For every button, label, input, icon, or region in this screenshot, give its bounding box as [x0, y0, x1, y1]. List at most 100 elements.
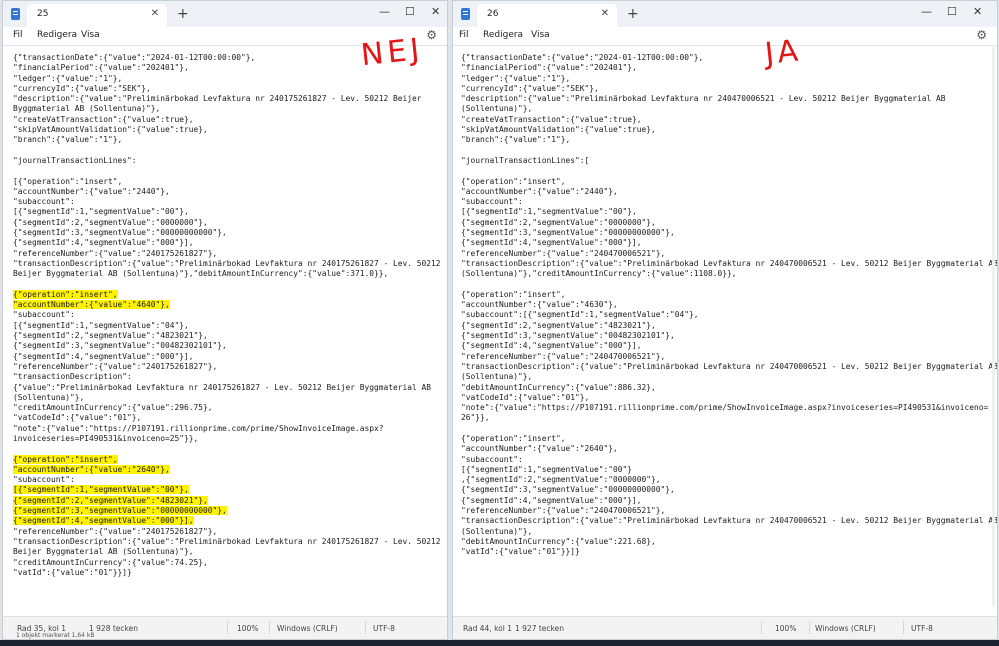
code-line: (Sollentuna)"},	[461, 372, 533, 382]
handwritten-annotation: JA	[763, 33, 804, 72]
code-line: {"segmentId":3,"segmentValue":"000000000…	[13, 506, 227, 516]
code-line: "financialPeriod":{"value":"202401"},	[13, 63, 189, 73]
code-line: [{"operation":"insert",	[13, 176, 123, 186]
code-line: "transactionDescription":{"value":"Preli…	[461, 361, 998, 371]
maximize-icon[interactable]: ☐	[405, 5, 415, 18]
explorer-status-text: 1 objekt markerat 1,64 kB	[16, 632, 95, 639]
menu-file[interactable]: Fil	[13, 30, 23, 40]
notepad-window-right: 26 ✕ + — ☐ ✕ Fil Redigera Visa ⚙ {"trans…	[452, 0, 998, 640]
code-line: {"segmentId":4,"segmentValue":"000"}],	[13, 516, 194, 526]
notepad-window-left: 25 ✕ + — ☐ ✕ Fil Redigera Visa ⚙ {"trans…	[2, 0, 448, 640]
menu-edit[interactable]: Redigera	[37, 30, 77, 40]
code-line: {"segmentId":4,"segmentValue":"000"}],	[461, 341, 642, 351]
code-line: "subaccount":[{"segmentId":1,"segmentVal…	[461, 310, 699, 320]
text-editor[interactable]: {"transactionDate":{"value":"2024-01-12T…	[453, 45, 997, 617]
code-line: {"segmentId":2,"segmentValue":"4823021"}…	[13, 331, 208, 341]
editor-text[interactable]: {"transactionDate":{"value":"2024-01-12T…	[13, 53, 441, 578]
code-line: {"segmentId":2,"segmentValue":"4823021"}…	[13, 495, 208, 505]
code-line: {"operation":"insert",	[13, 289, 118, 299]
code-line: "debitAmountInCurrency":{"value":886.32}…	[461, 382, 656, 392]
code-line: (Sollentuna)"},	[461, 104, 533, 114]
code-line: "ledger":{"value":"1"},	[461, 73, 571, 83]
code-line: (Sollentuna)"},"creditAmountInCurrency":…	[461, 269, 737, 279]
line-ending: Windows (CRLF)	[815, 624, 876, 633]
code-line: "accountNumber":{"value":"4630"},	[461, 300, 618, 310]
close-tab-icon[interactable]: ✕	[601, 8, 609, 19]
code-line: "description":{"value":"Preliminärbokad …	[461, 94, 946, 104]
minimize-icon[interactable]: —	[379, 5, 390, 18]
code-line: (Sollentuna)"},	[461, 526, 533, 536]
taskbar	[0, 640, 999, 646]
code-line: "subaccount":	[13, 310, 75, 320]
code-line: {"segmentId":3,"segmentValue":"000000000…	[13, 228, 227, 238]
status-bar: Rad 44, kol 1 1 927 tecken 100% Windows …	[453, 616, 997, 639]
code-line: [{"segmentId":1,"segmentValue":"00"},	[13, 207, 189, 217]
code-line: Byggmaterial AB (Sollentuna)"},	[13, 104, 161, 114]
editor-text[interactable]: {"transactionDate":{"value":"2024-01-12T…	[461, 53, 998, 558]
title-bar: 25 ✕ + — ☐ ✕	[3, 1, 447, 27]
code-line: "currencyId":{"value":"SEK"},	[13, 83, 151, 93]
text-editor[interactable]: {"transactionDate":{"value":"2024-01-12T…	[3, 45, 447, 617]
line-ending: Windows (CRLF)	[277, 624, 338, 633]
code-line: Beijer Byggmaterial AB (Sollentuna)"},"d…	[13, 269, 389, 279]
code-line: {"transactionDate":{"value":"2024-01-12T…	[461, 53, 704, 62]
code-line: [{"segmentId":1,"segmentValue":"00"},	[13, 485, 189, 495]
code-line: (Sollentuna)"},	[13, 392, 85, 402]
minimize-icon[interactable]: —	[921, 5, 932, 18]
code-line: {"segmentId":3,"segmentValue":"000000000…	[461, 228, 675, 238]
code-line: "skipVatAmountValidation":{"value":true}…	[461, 125, 656, 135]
code-line: {"transactionDate":{"value":"2024-01-12T…	[13, 53, 256, 62]
code-line: {"segmentId":3,"segmentValue":"004823021…	[461, 331, 675, 341]
code-line: {"segmentId":2,"segmentValue":"0000000"}…	[461, 217, 656, 227]
code-line: {"segmentId":2,"segmentValue":"4823021"}…	[461, 320, 656, 330]
maximize-icon[interactable]: ☐	[947, 5, 957, 18]
scrollbar[interactable]	[992, 47, 995, 607]
document-tab[interactable]: 26 ✕	[477, 4, 617, 27]
close-window-icon[interactable]: ✕	[431, 5, 440, 18]
code-line: "transactionDescription":{"value":"Preli…	[461, 258, 998, 268]
code-line: "createVatTransaction":{"value":true},	[461, 114, 642, 124]
code-line: {"value":"Preliminärbokad Levfaktura nr …	[13, 382, 432, 392]
code-line: [{"segmentId":1,"segmentValue":"04"},	[13, 320, 189, 330]
code-line: "journalTransactionLines":[	[461, 155, 590, 165]
code-line: "transactionDescription":	[13, 372, 132, 382]
code-line: ,{"segmentId":2,"segmentValue":"0000000"…	[461, 475, 661, 485]
code-line: "accountNumber":{"value":"2440"},	[13, 186, 170, 196]
new-tab-icon[interactable]: +	[177, 6, 189, 22]
code-line: "subaccount":	[461, 454, 523, 464]
close-window-icon[interactable]: ✕	[973, 5, 982, 18]
menu-view[interactable]: Visa	[81, 30, 100, 40]
settings-gear-icon[interactable]: ⚙	[976, 28, 987, 42]
code-line: "journalTransactionLines":	[13, 155, 137, 165]
code-line: "referenceNumber":{"value":"240175261827…	[13, 526, 218, 536]
settings-gear-icon[interactable]: ⚙	[426, 28, 437, 42]
handwritten-annotation: NEJ	[359, 31, 425, 74]
code-line: {"segmentId":4,"segmentValue":"000"}],	[13, 351, 194, 361]
menu-edit[interactable]: Redigera	[483, 30, 523, 40]
close-tab-icon[interactable]: ✕	[151, 8, 159, 19]
code-line: "accountNumber":{"value":"2440"},	[461, 186, 618, 196]
code-line: {"segmentId":3,"segmentValue":"000000000…	[461, 485, 675, 495]
code-line: {"operation":"insert",	[461, 289, 566, 299]
code-line: "vatCodeId":{"value":"01"},	[461, 392, 590, 402]
code-line: "ledger":{"value":"1"},	[13, 73, 123, 83]
code-line: "transactionDescription":{"value":"Preli…	[461, 516, 998, 526]
code-line: {"segmentId":4,"segmentValue":"000"}],	[461, 495, 642, 505]
zoom-level: 100%	[775, 624, 797, 633]
code-line: "note":{"value":"https://P107191.rillion…	[461, 403, 989, 413]
code-line: "note":{"value":"https://P107191.rillion…	[13, 423, 384, 433]
encoding: UTF-8	[911, 624, 933, 633]
new-tab-icon[interactable]: +	[627, 6, 639, 22]
document-tab[interactable]: 25 ✕	[27, 4, 167, 27]
code-line: "subaccount":	[461, 197, 523, 207]
menu-file[interactable]: Fil	[459, 30, 469, 40]
code-line: "accountNumber":{"value":"2640"},	[13, 464, 170, 474]
cursor-position: Rad 44, kol 1	[463, 624, 513, 633]
code-line: "vatCodeId":{"value":"01"},	[13, 413, 142, 423]
code-line: "transactionDescription":{"value":"Preli…	[13, 258, 441, 268]
tab-title: 26	[487, 9, 499, 19]
menu-view[interactable]: Visa	[531, 30, 550, 40]
code-line: {"operation":"insert",	[13, 454, 118, 464]
tab-title: 25	[37, 9, 49, 19]
code-line: "referenceNumber":{"value":"240175261827…	[13, 361, 218, 371]
